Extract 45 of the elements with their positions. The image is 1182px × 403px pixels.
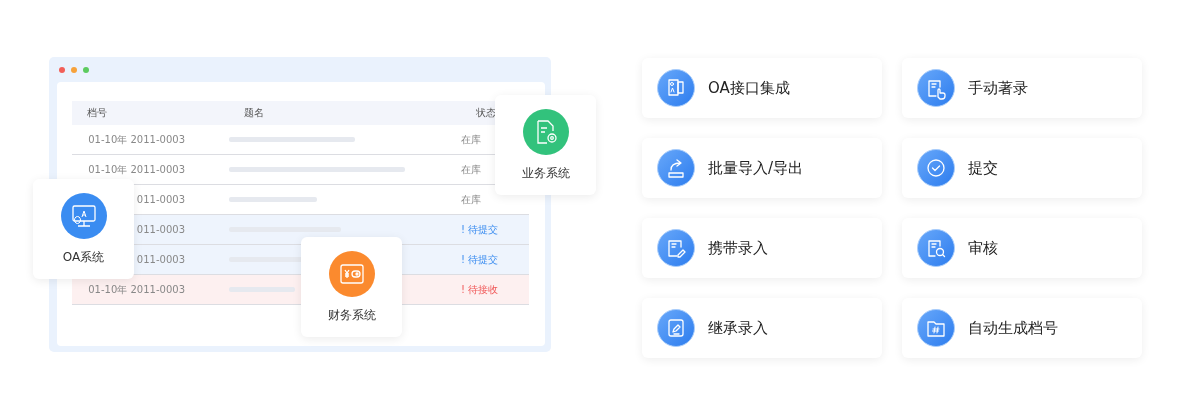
status-text: ! 待提交 [461, 252, 499, 267]
status-text: 在库 [461, 132, 481, 147]
feature-label: OA接口集成 [708, 78, 790, 98]
status-text: ! 待提交 [461, 222, 499, 237]
feature-label: 手动著录 [968, 78, 1028, 98]
feature-card[interactable]: 继承录入 [642, 298, 882, 358]
archive-number: 011-0003 [136, 194, 185, 205]
folder-hash-icon [917, 309, 955, 347]
edit-icon [657, 309, 695, 347]
feature-card[interactable]: OA接口集成 [642, 58, 882, 118]
feature-card[interactable]: 审核 [902, 218, 1142, 278]
feature-label: 批量导入/导出 [708, 158, 804, 178]
archive-number: 01-10年 2011-0003 [88, 133, 185, 145]
document-pen-icon [657, 229, 695, 267]
document-hand-icon [917, 69, 955, 107]
status-text: 在库 [461, 162, 481, 177]
feature-card[interactable]: 自动生成档号 [902, 298, 1142, 358]
status-text: ! 待接收 [461, 282, 499, 297]
system-label: 业务系统 [521, 164, 570, 182]
status-text: 在库 [461, 192, 481, 207]
column-header: 档号 [86, 106, 108, 120]
column-header: 题名 [244, 106, 265, 120]
system-label: OA系统 [62, 248, 105, 266]
feature-label: 审核 [968, 238, 998, 258]
archive-number: 011-0003 [136, 254, 185, 265]
feature-card[interactable]: 批量导入/导出 [642, 138, 882, 198]
archive-number: 01-10年 2011-0003 [88, 163, 185, 175]
archive-number: 01-10年 2011-0003 [88, 283, 185, 295]
feature-card[interactable]: 提交 [902, 138, 1142, 198]
maximize-dot-icon [83, 66, 89, 73]
feature-card[interactable]: 手动著录 [902, 58, 1142, 118]
document-search-icon [917, 229, 955, 267]
system-label: 财务系统 [327, 306, 376, 324]
feature-card[interactable]: 携带录入 [642, 218, 882, 278]
feature-label: 提交 [968, 158, 998, 178]
archive-number: 011-0003 [136, 224, 185, 235]
check-circle-icon [917, 149, 955, 187]
close-dot-icon [59, 66, 65, 73]
feature-label: 携带录入 [708, 238, 768, 258]
feature-label: 继承录入 [708, 318, 768, 338]
document-letters-icon [657, 69, 695, 107]
feature-label: 自动生成档号 [968, 318, 1058, 338]
column-header: 状态 [476, 106, 496, 120]
minimize-dot-icon [71, 66, 77, 73]
title-placeholder [229, 287, 295, 292]
